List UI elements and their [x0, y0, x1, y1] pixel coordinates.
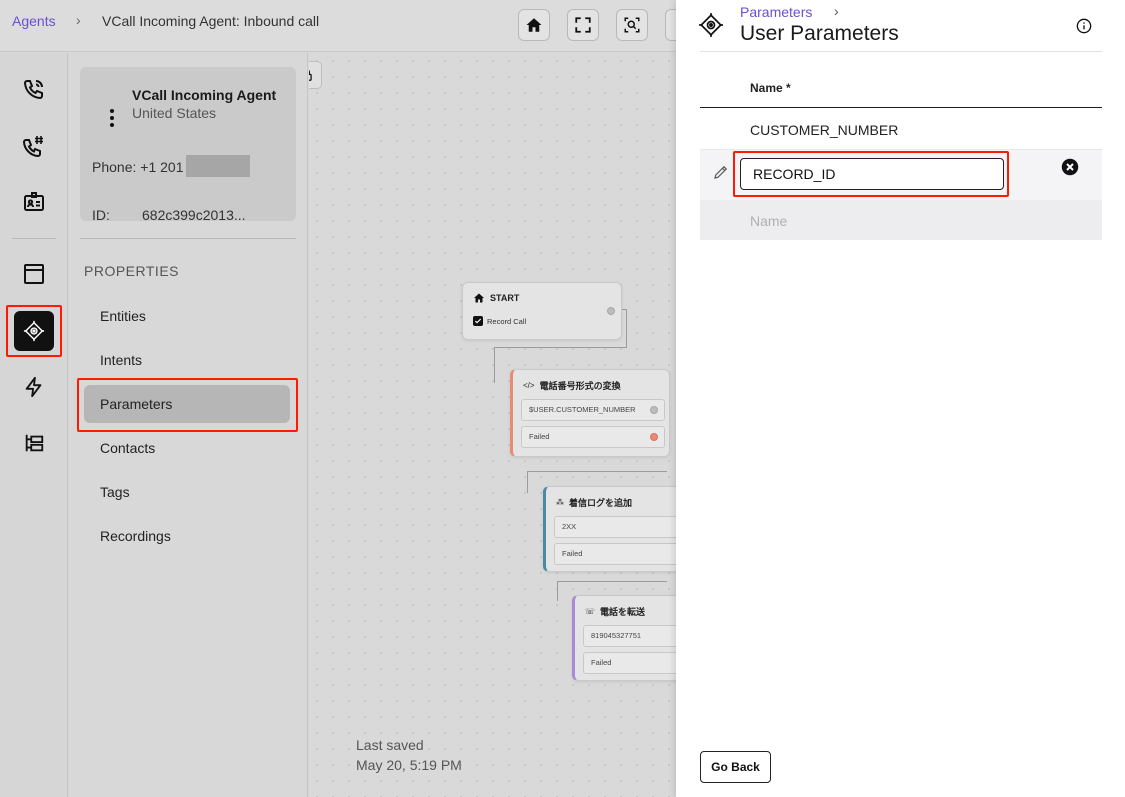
icon-rail	[0, 53, 68, 797]
rail-item-layout[interactable]	[14, 254, 54, 294]
home-button[interactable]	[518, 9, 550, 41]
parameter-name-input[interactable]	[740, 158, 1004, 190]
kebab-menu-icon[interactable]	[110, 109, 114, 130]
nav-item-contacts[interactable]: Contacts	[84, 429, 290, 467]
incoming-log-node[interactable]: ⁂ 着信ログを追加 2XX Failed	[543, 486, 676, 572]
convert-node-failed: Failed	[521, 426, 665, 448]
convert-node-port[interactable]	[650, 406, 658, 414]
nav-item-entities[interactable]: Entities	[84, 297, 290, 335]
lightning-icon	[25, 376, 42, 398]
last-saved-label: Last saved	[356, 737, 424, 753]
transfer-node-title: ☏ 電話を転送	[585, 607, 646, 617]
rail-item-numbers[interactable]	[14, 126, 54, 166]
drawer-divider	[700, 51, 1102, 52]
start-node-title: START	[473, 292, 519, 304]
flow-canvas[interactable]: START Record Call </> 電話番号形式の変換 $USER.CU…	[309, 53, 676, 797]
properties-heading: PROPERTIES	[84, 263, 179, 279]
log-node-field: 2XX	[554, 516, 676, 538]
phone-transfer-icon: ☏	[585, 607, 596, 616]
go-back-button[interactable]: Go Back	[700, 751, 771, 783]
nav-item-tags[interactable]: Tags	[84, 473, 290, 511]
table-row-editing	[700, 150, 1102, 200]
window-icon	[24, 264, 44, 284]
remove-row-icon[interactable]	[1061, 158, 1079, 176]
agent-id-value: 682c399c2013...	[142, 207, 246, 223]
fullscreen-button[interactable]	[567, 9, 599, 41]
info-icon[interactable]	[1076, 18, 1092, 34]
start-node[interactable]: START Record Call	[462, 282, 622, 340]
top-bar: Agents › VCall Incoming Agent: Inbound c…	[0, 0, 679, 52]
panel-divider	[80, 238, 296, 239]
transfer-node-failed: Failed	[583, 652, 676, 674]
log-node-failed: Failed	[554, 543, 676, 565]
zoom-fit-button[interactable]	[616, 9, 648, 41]
nav-item-parameters[interactable]: Parameters	[84, 385, 290, 423]
rail-item-tree[interactable]	[14, 423, 54, 463]
tree-icon	[25, 434, 44, 452]
nav-item-recordings[interactable]: Recordings	[84, 517, 290, 555]
rail-item-incoming-calls[interactable]	[14, 69, 54, 109]
start-node-port[interactable]	[607, 307, 615, 315]
rail-divider	[12, 238, 56, 239]
parameters-icon	[23, 320, 45, 342]
page-title: VCall Incoming Agent: Inbound call	[102, 13, 320, 29]
home-icon	[474, 293, 484, 303]
convert-number-node[interactable]: </> 電話番号形式の変換 $USER.CUSTOMER_NUMBER Fail…	[510, 369, 670, 457]
drawer-breadcrumb-parameters[interactable]: Parameters	[740, 4, 812, 20]
drawer-title: User Parameters	[740, 22, 899, 45]
table-row[interactable]: CUSTOMER_NUMBER	[700, 108, 1102, 150]
phone-hash-icon	[22, 136, 43, 158]
column-header-name: Name *	[700, 68, 1102, 108]
rail-item-triggers[interactable]	[14, 367, 54, 407]
network-icon: ⁂	[556, 498, 564, 507]
lock-icon	[309, 69, 312, 81]
nav-item-intents[interactable]: Intents	[84, 341, 290, 379]
phone-redaction	[186, 155, 250, 177]
fullscreen-icon	[575, 17, 591, 33]
parameters-table: Name * CUSTOMER_NUMBER Name	[700, 68, 1102, 240]
log-node-title: ⁂ 着信ログを追加	[556, 498, 633, 508]
user-parameters-drawer: Parameters › User Parameters Name * CUST…	[676, 0, 1125, 797]
parameters-icon	[699, 13, 723, 37]
phone-incoming-icon	[23, 80, 43, 100]
code-icon: </>	[523, 381, 535, 390]
convert-node-title: </> 電話番号形式の変換	[523, 381, 621, 391]
rail-item-contacts[interactable]	[14, 182, 54, 222]
breadcrumb-separator: ›	[76, 12, 81, 28]
new-parameter-row[interactable]: Name	[700, 200, 1102, 240]
zoom-fit-icon	[624, 17, 640, 33]
transfer-call-node[interactable]: ☏ 電話を転送 819045327751 Failed	[572, 595, 676, 681]
breadcrumb-agents-link[interactable]: Agents	[12, 13, 56, 29]
home-icon	[526, 18, 542, 32]
last-saved-timestamp: May 20, 5:19 PM	[356, 757, 462, 773]
convert-node-field: $USER.CUSTOMER_NUMBER	[521, 399, 665, 421]
agent-id-label: ID:	[92, 207, 110, 223]
pencil-icon	[714, 165, 728, 179]
agent-name: VCall Incoming Agent	[132, 87, 277, 103]
agent-phone: Phone: +1 201	[92, 159, 184, 175]
rail-item-parameters[interactable]	[14, 311, 54, 351]
convert-node-failed-port[interactable]	[650, 433, 658, 441]
id-card-icon	[24, 192, 44, 211]
agent-country: United States	[132, 105, 217, 121]
transfer-node-field: 819045327751	[583, 625, 676, 647]
drawer-breadcrumb-separator: ›	[834, 3, 839, 19]
properties-panel: VCall Incoming Agent United States Phone…	[68, 53, 308, 797]
record-call-checkbox[interactable]: Record Call	[473, 316, 526, 326]
lock-button[interactable]	[309, 61, 322, 89]
checkbox-checked-icon	[473, 316, 483, 326]
agent-card: VCall Incoming Agent United States Phone…	[80, 67, 296, 223]
